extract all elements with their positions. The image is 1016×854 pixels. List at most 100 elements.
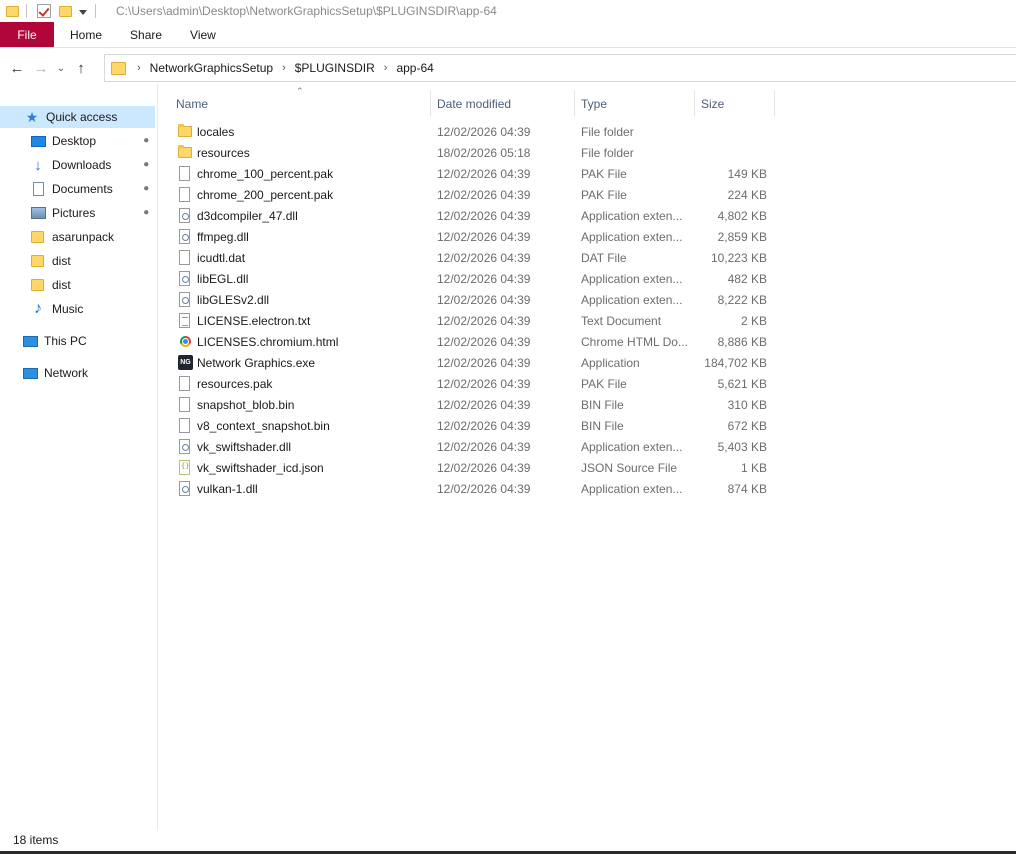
nav-item-documents[interactable]: Documents ●: [0, 178, 155, 200]
column-header-type[interactable]: Type: [581, 92, 693, 116]
file-row[interactable]: libGLESv2.dll 12/02/2026 04:39 Application…: [172, 289, 782, 310]
file-type: PAK File: [581, 166, 627, 181]
back-arrow-icon[interactable]: ←: [6, 57, 28, 79]
file-row[interactable]: snapshot_blob.bin 12/02/2026 04:39 BIN Fil…: [172, 394, 782, 415]
file-type: DAT File: [581, 250, 627, 265]
column-resize-handle[interactable]: [774, 90, 775, 116]
customize-quick-access-icon[interactable]: [79, 9, 87, 15]
tab-share[interactable]: Share: [116, 22, 176, 47]
file-type: PAK File: [581, 187, 627, 202]
file-type: BIN File: [581, 397, 624, 412]
column-resize-handle[interactable]: [574, 90, 575, 116]
dll-file-icon: [178, 439, 192, 455]
file-row[interactable]: v8_context_snapshot.bin 12/02/2026 04:39 B…: [172, 415, 782, 436]
file-row[interactable]: LICENSE.electron.txt 12/02/2026 04:39 Text…: [172, 310, 782, 331]
window-title: C:\Users\admin\Desktop\NetworkGraphicsSe…: [116, 4, 497, 18]
file-date-modified: 12/02/2026 04:39: [437, 397, 531, 412]
file-size: 874 KB: [727, 481, 767, 496]
nav-item-quick-access[interactable]: ★ Quick access: [0, 106, 155, 128]
folder-icon[interactable]: [6, 4, 20, 18]
file-row[interactable]: icudtl.dat 12/02/2026 04:39 DAT File 10,223…: [172, 247, 782, 268]
nav-item-label: Documents: [52, 182, 113, 196]
file-row[interactable]: vk_swiftshader.dll 12/02/2026 04:39 Applic…: [172, 436, 782, 457]
pin-icon[interactable]: ●: [140, 182, 152, 194]
column-resize-handle[interactable]: [694, 90, 695, 116]
nav-item-music[interactable]: ♪ Music: [0, 298, 155, 320]
file-date-modified: 18/02/2026 05:18: [437, 145, 531, 160]
file-date-modified: 12/02/2026 04:39: [437, 313, 531, 328]
chevron-right-icon[interactable]: ›: [384, 62, 388, 74]
file-type: BIN File: [581, 418, 624, 433]
column-resize-handle[interactable]: [430, 90, 431, 116]
star-icon: ★: [25, 108, 39, 125]
file-row[interactable]: chrome_200_percent.pak 12/02/2026 04:39 PA…: [172, 184, 782, 205]
breadcrumb-app-64[interactable]: app-64: [396, 61, 433, 75]
file-date-modified: 12/02/2026 04:39: [437, 292, 531, 307]
breadcrumb-pluginsdir[interactable]: $PLUGINSDIR: [295, 61, 375, 75]
tab-file[interactable]: File: [0, 22, 54, 47]
tab-view[interactable]: View: [176, 22, 230, 47]
column-header-size[interactable]: Size: [701, 92, 771, 116]
forward-arrow-icon[interactable]: →: [30, 57, 52, 79]
nav-item-this-pc[interactable]: This PC: [0, 330, 155, 352]
nav-item-desktop[interactable]: Desktop ●: [0, 130, 155, 152]
nav-item-asarunpack[interactable]: asarunpack: [0, 226, 155, 248]
file-row[interactable]: locales 12/02/2026 04:39 File folder: [172, 121, 782, 142]
nav-item-dist[interactable]: dist: [0, 274, 155, 296]
recent-locations-chevron-icon[interactable]: ⌄: [54, 57, 68, 79]
nav-item-dist[interactable]: dist: [0, 250, 155, 272]
breadcrumb-networkgraphicssetup[interactable]: NetworkGraphicsSetup: [150, 61, 273, 75]
nav-item-downloads[interactable]: ↓ Downloads ●: [0, 154, 155, 176]
file-row[interactable]: d3dcompiler_47.dll 12/02/2026 04:39 Applic…: [172, 205, 782, 226]
file-type: File folder: [581, 145, 634, 160]
dll-file-icon: [178, 208, 192, 224]
file-name: libGLESv2.dll: [197, 292, 270, 307]
pin-icon[interactable]: ●: [140, 206, 152, 218]
file-size: 5,621 KB: [717, 376, 767, 391]
tab-home[interactable]: Home: [54, 22, 116, 47]
file-row[interactable]: vulkan-1.dll 12/02/2026 04:39 Application …: [172, 478, 782, 499]
file-date-modified: 12/02/2026 04:39: [437, 229, 531, 244]
new-folder-icon[interactable]: [59, 4, 73, 18]
folder-icon: [178, 145, 192, 161]
file-row[interactable]: chrome_100_percent.pak 12/02/2026 04:39 PA…: [172, 163, 782, 184]
file-name: resources: [197, 145, 250, 160]
chevron-right-icon[interactable]: ›: [282, 62, 286, 74]
properties-icon[interactable]: [37, 4, 51, 18]
file-date-modified: 12/02/2026 04:39: [437, 124, 531, 139]
file-name: chrome_100_percent.pak: [197, 166, 334, 181]
nav-item-network[interactable]: Network: [0, 362, 155, 384]
file-name: vulkan-1.dll: [197, 481, 258, 496]
file-row[interactable]: resources.pak 12/02/2026 04:39 PAK File 5,6…: [172, 373, 782, 394]
nav-item-label: This PC: [44, 334, 87, 348]
file-type: Chrome HTML Do...: [581, 334, 688, 349]
column-header-label: Name: [176, 97, 209, 111]
column-header-row: ⌃ Name Date modified Type Size: [160, 86, 1016, 116]
file-name: icudtl.dat: [197, 250, 246, 265]
file-row[interactable]: ffmpeg.dll 12/02/2026 04:39 Application ex…: [172, 226, 782, 247]
file-row[interactable]: vk_swiftshader_icd.json 12/02/2026 04:39 J…: [172, 457, 782, 478]
file-date-modified: 12/02/2026 04:39: [437, 187, 531, 202]
chevron-right-icon[interactable]: ›: [137, 62, 141, 74]
address-bar[interactable]: › NetworkGraphicsSetup › $PLUGINSDIR › a…: [104, 54, 1016, 82]
column-header-name[interactable]: Name: [176, 92, 426, 116]
file-type: File folder: [581, 124, 634, 139]
file-row[interactable]: LICENSES.chromium.html 12/02/2026 04:39 Ch…: [172, 331, 782, 352]
pin-icon[interactable]: ●: [140, 158, 152, 170]
file-row[interactable]: libEGL.dll 12/02/2026 04:39 Application ex…: [172, 268, 782, 289]
up-arrow-icon[interactable]: ↑: [70, 57, 92, 79]
text-file-icon: [178, 313, 192, 329]
nav-item-pictures[interactable]: Pictures ●: [0, 202, 155, 224]
folder-icon: [178, 124, 192, 140]
file-name: LICENSES.chromium.html: [197, 334, 339, 349]
column-header-date[interactable]: Date modified: [437, 92, 573, 116]
file-row[interactable]: resources 18/02/2026 05:18 File folder: [172, 142, 782, 163]
computer-icon: [22, 333, 38, 349]
file-type: Application exten...: [581, 292, 683, 307]
pin-icon[interactable]: ●: [140, 134, 152, 146]
nav-item-label: Music: [52, 302, 84, 316]
file-row[interactable]: NG Network Graphics.exe 12/02/2026 04:39 Ap…: [172, 352, 782, 373]
file-name: locales: [197, 124, 235, 139]
dll-file-icon: [178, 481, 192, 497]
file-date-modified: 12/02/2026 04:39: [437, 418, 531, 433]
